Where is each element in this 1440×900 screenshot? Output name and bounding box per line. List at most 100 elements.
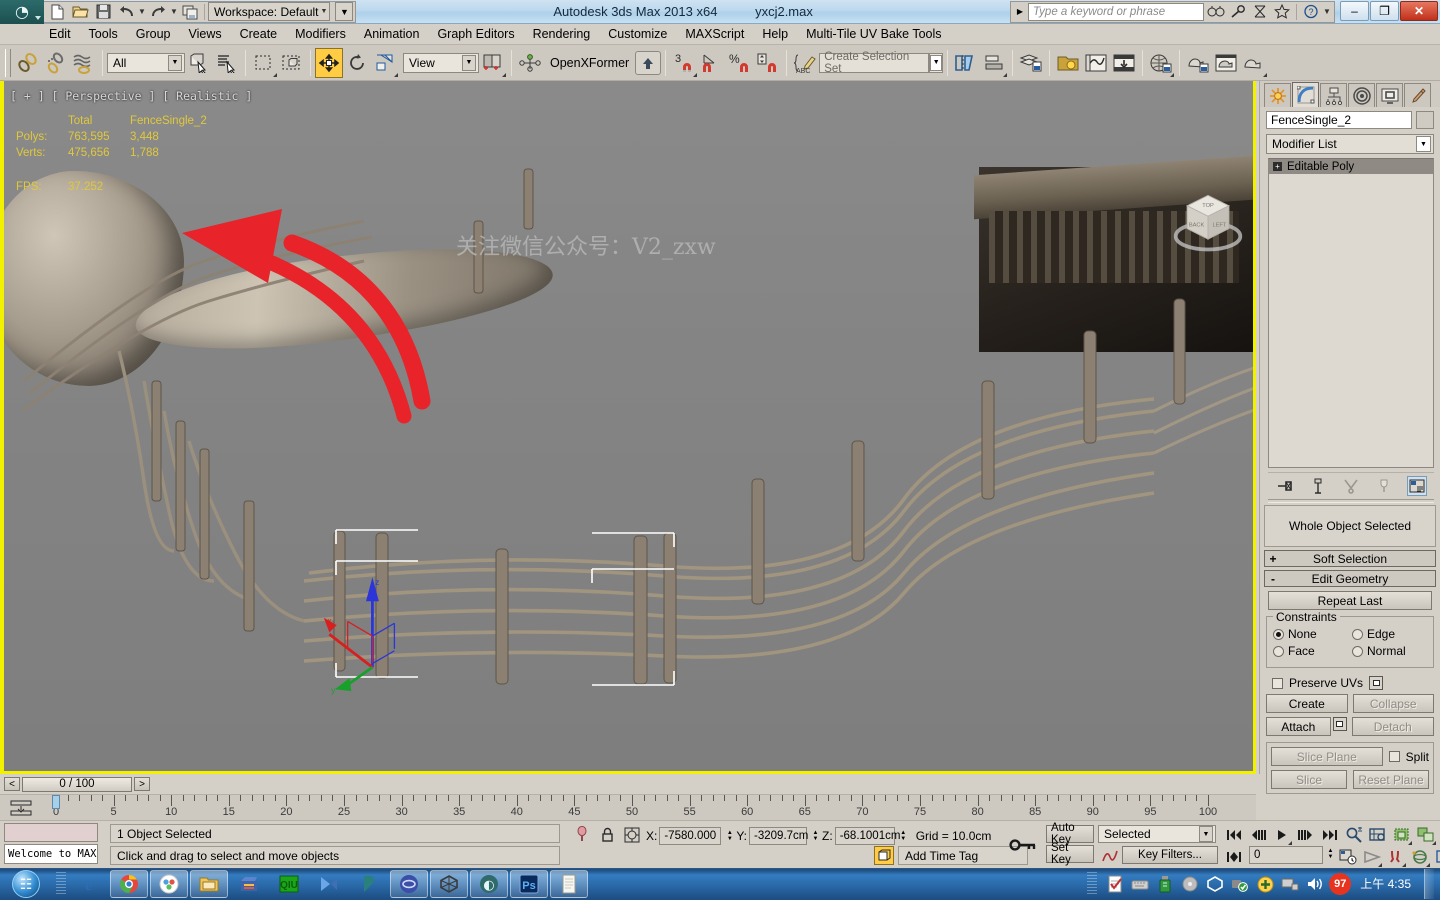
go-to-start-icon[interactable] xyxy=(1222,824,1245,846)
app-teal-icon[interactable] xyxy=(350,870,388,898)
bind-to-space-warp-icon[interactable] xyxy=(70,48,98,78)
set-key-button[interactable]: Set Key xyxy=(1046,842,1094,866)
key-filters-curve-icon[interactable] xyxy=(1100,846,1119,865)
browser-icon[interactable] xyxy=(150,870,188,898)
tray-disc-icon[interactable] xyxy=(1179,872,1201,896)
display-tab[interactable] xyxy=(1376,83,1403,107)
layer-manager-icon[interactable] xyxy=(1017,48,1045,78)
search-icon[interactable] xyxy=(1206,2,1226,22)
constraint-normal-radio[interactable]: Normal xyxy=(1352,644,1427,658)
open-file-icon[interactable] xyxy=(69,2,91,22)
previous-frame-button[interactable]: < xyxy=(4,777,20,791)
communication-center-icon[interactable] xyxy=(1250,2,1270,22)
maxscript-mini-listener[interactable]: Welcome to MAXS xyxy=(4,844,98,864)
unlink-selection-icon[interactable] xyxy=(42,48,70,78)
motion-tab[interactable] xyxy=(1348,83,1375,107)
redo-icon[interactable] xyxy=(147,2,169,22)
time-configuration-icon[interactable] xyxy=(1336,846,1359,868)
menu-item-multi-tile-uv-bake-tools[interactable]: Multi-Tile UV Bake Tools xyxy=(797,25,950,43)
object-name-input[interactable]: FenceSingle_2 xyxy=(1266,111,1412,129)
infocenter-expand-icon[interactable]: ▶ xyxy=(1014,7,1026,16)
menu-item-help[interactable]: Help xyxy=(753,25,797,43)
favorites-icon[interactable] xyxy=(1272,2,1292,22)
notepad-icon[interactable] xyxy=(550,870,588,898)
current-frame-spinner[interactable]: ▲ ▼ xyxy=(1326,846,1335,862)
menu-item-edit[interactable]: Edit xyxy=(40,25,80,43)
orbit-icon[interactable] xyxy=(1408,846,1431,868)
google-chrome-icon[interactable] xyxy=(110,870,148,898)
next-frame-icon[interactable] xyxy=(1294,824,1317,846)
split-checkbox[interactable] xyxy=(1388,751,1400,762)
menu-item-group[interactable]: Group xyxy=(127,25,180,43)
reference-coordinate-system-combo[interactable]: View ▼ xyxy=(403,52,479,73)
menu-item-create[interactable]: Create xyxy=(231,25,287,43)
menu-item-animation[interactable]: Animation xyxy=(355,25,429,43)
modify-tab[interactable] xyxy=(1292,82,1319,107)
mirror-icon[interactable] xyxy=(952,48,980,78)
render-setup-icon[interactable] xyxy=(1184,48,1212,78)
perspective-viewport[interactable]: z x y z x TOP xyxy=(0,81,1256,774)
key-toggle-icon[interactable] xyxy=(1008,831,1038,859)
rendered-frame-window-icon[interactable] xyxy=(1212,48,1240,78)
start-button[interactable]: ☷ xyxy=(0,869,52,899)
hierarchy-tab[interactable] xyxy=(1320,83,1347,107)
next-frame-button[interactable]: > xyxy=(134,777,150,791)
unity-icon[interactable] xyxy=(430,870,468,898)
preserve-uvs-checkbox[interactable] xyxy=(1272,677,1283,689)
maximize-viewport-toggle-icon[interactable] xyxy=(1432,846,1440,868)
move-gizmo[interactable]: z x y xyxy=(322,551,432,701)
schematic-view-icon[interactable] xyxy=(1110,48,1138,78)
help-icon[interactable]: ? xyxy=(1301,2,1321,22)
attach-settings-button[interactable] xyxy=(1332,717,1347,731)
key-mode-toggle-icon[interactable] xyxy=(874,846,894,865)
named-selection-set-input[interactable]: Create Selection Set xyxy=(819,51,930,75)
app-circle-icon[interactable] xyxy=(390,870,428,898)
coord-y-spinner[interactable]: ▲ ▼ xyxy=(811,828,820,844)
coord-x-input[interactable]: -7580.000 xyxy=(659,826,722,845)
file-explorer-icon[interactable] xyxy=(190,870,228,898)
redo-dropdown-icon[interactable]: ▼ xyxy=(170,7,178,16)
menu-item-modifiers[interactable]: Modifiers xyxy=(286,25,355,43)
pin-stack-icon[interactable] xyxy=(1275,476,1295,496)
use-selection-center-icon[interactable] xyxy=(516,48,544,78)
tray-volume-icon[interactable] xyxy=(1304,872,1326,896)
application-menu-button[interactable]: ◔ xyxy=(0,0,44,24)
attach-button[interactable]: Attach xyxy=(1266,717,1331,736)
create-tab[interactable] xyxy=(1264,83,1291,107)
absolute-relative-transform-icon[interactable] xyxy=(622,825,641,844)
undo-dropdown-icon[interactable]: ▼ xyxy=(138,7,146,16)
coord-x-spinner[interactable]: ▲ ▼ xyxy=(725,828,734,844)
internet-explorer-icon[interactable]: e xyxy=(70,870,108,898)
use-center-flyout-icon[interactable] xyxy=(479,48,507,78)
toolbar-grip[interactable] xyxy=(5,48,11,77)
tray-unity-icon[interactable] xyxy=(1204,872,1226,896)
object-color-swatch[interactable] xyxy=(1416,111,1434,129)
taskbar-grip[interactable] xyxy=(56,872,66,896)
show-end-result-icon[interactable] xyxy=(1308,476,1328,496)
auto-key-button[interactable]: Auto Key xyxy=(1046,822,1094,846)
play-animation-icon[interactable] xyxy=(1270,824,1293,846)
key-filters-button[interactable]: Key Filters... xyxy=(1122,846,1218,864)
open-mini-curve-editor-icon[interactable] xyxy=(8,798,34,818)
constraint-face-radio[interactable]: Face xyxy=(1273,644,1348,658)
workspace-dropdown-button[interactable]: ▼ xyxy=(335,2,354,21)
new-file-icon[interactable] xyxy=(46,2,68,22)
zoom-icon[interactable] xyxy=(1342,824,1365,846)
field-of-view-icon[interactable] xyxy=(1360,846,1383,868)
coord-z-spinner[interactable]: ▲ ▼ xyxy=(899,828,908,844)
select-object-icon[interactable] xyxy=(185,48,213,78)
tray-note-icon[interactable] xyxy=(1104,872,1126,896)
stack-item-editable-poly[interactable]: + Editable Poly xyxy=(1269,159,1433,174)
help-dropdown-icon[interactable]: ▼ xyxy=(1323,7,1331,16)
project-folder-icon[interactable] xyxy=(179,2,201,22)
edit-named-selection-sets-icon[interactable]: ABC xyxy=(791,48,819,78)
select-by-name-icon[interactable] xyxy=(213,48,241,78)
qq-icon[interactable]: QIU xyxy=(270,870,308,898)
soft-selection-rollout[interactable]: + Soft Selection xyxy=(1264,550,1436,567)
tray-usb-icon[interactable] xyxy=(1154,872,1176,896)
create-button[interactable]: Create xyxy=(1266,694,1348,713)
menu-item-views[interactable]: Views xyxy=(179,25,230,43)
notification-badge[interactable]: 97 xyxy=(1329,873,1352,895)
current-frame-input[interactable]: 0 xyxy=(1249,846,1323,864)
spinner-snap-toggle-icon[interactable] xyxy=(754,48,782,78)
